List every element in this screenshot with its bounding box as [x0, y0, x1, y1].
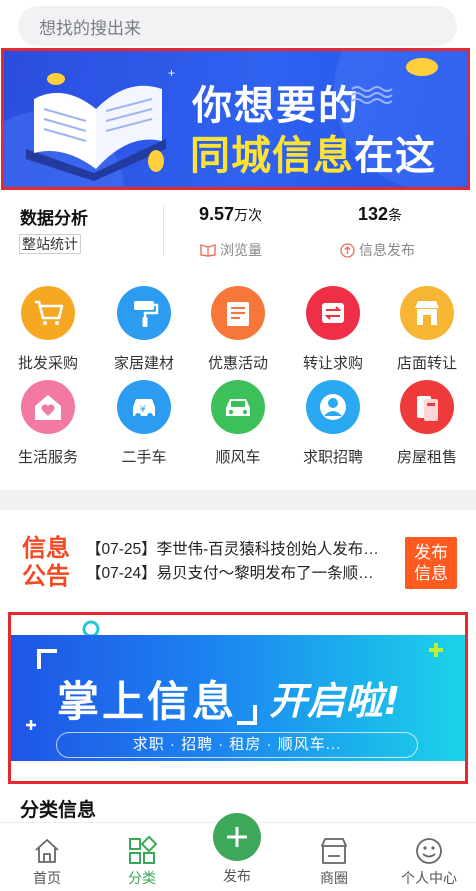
category-label: 转让求购 — [302, 355, 363, 372]
notice-logo-line2: 公告 — [22, 562, 70, 590]
posts-label: 信息发布 — [340, 240, 415, 260]
banner-mid-title: 掌上信息 — [57, 677, 238, 726]
category-label: 顺风车 — [215, 449, 261, 466]
open-book-icon: + — [26, 66, 175, 181]
category-label: 生活服务 — [17, 449, 78, 466]
book-icon — [200, 244, 216, 257]
category-label: 求职招聘 — [302, 449, 363, 466]
tab-category[interactable]: 分类 — [102, 835, 182, 888]
category-item[interactable]: 家居建材 — [104, 286, 184, 373]
views-label: 浏览量 — [200, 240, 262, 260]
banner-mid-tags: 求职 · 招聘 · 租房 · 顺风车... — [56, 732, 418, 758]
home-heart-icon — [21, 380, 75, 434]
category-label: 房屋租售 — [396, 449, 457, 466]
tab-category-label: 分类 — [128, 870, 156, 886]
notice-list: 【07-25】李世伟-百灵猿科技创始人发布了一条... 【07-24】易贝支付～… — [86, 538, 386, 586]
views-label-text: 浏览量 — [220, 242, 262, 258]
posts-label-text: 信息发布 — [359, 242, 415, 258]
person-search-icon — [306, 380, 360, 434]
banner-top-highlight: 同城信息 — [190, 133, 354, 179]
views-unit: 万次 — [234, 207, 263, 223]
shop-icon — [321, 838, 347, 864]
wave-decoration — [351, 86, 393, 104]
stats-divider — [163, 206, 164, 256]
car-yen-icon: ¥ — [117, 380, 171, 434]
plus-decoration — [429, 643, 443, 657]
publish-fab-button[interactable] — [213, 813, 261, 861]
section-title: 分类信息 — [20, 800, 97, 821]
category-item[interactable]: 顺风车 — [198, 380, 278, 467]
smile-icon — [416, 838, 442, 864]
banner-top[interactable]: + 你想要的 同城信息在这里 — [4, 51, 467, 187]
banner-top-line2: 同城信息在这里 — [190, 123, 467, 187]
tab-mall-label: 商圈 — [320, 870, 348, 886]
plus-decoration — [26, 720, 36, 730]
views-count: 9.57万次 — [199, 204, 262, 225]
category-item[interactable]: 转让求购 — [293, 286, 373, 373]
home-icon — [35, 839, 59, 863]
category-item[interactable]: 求职招聘 — [293, 380, 373, 467]
plus-icon — [227, 827, 247, 847]
svg-text:¥: ¥ — [140, 405, 146, 415]
notice-item[interactable]: 【07-24】易贝支付～黎明发布了一条顺风车信息 — [86, 562, 386, 586]
category-label: 店面转让 — [396, 355, 457, 372]
category-label: 二手车 — [121, 449, 167, 466]
tab-home[interactable]: 首页 — [7, 835, 87, 888]
shopping-cart-icon — [21, 286, 75, 340]
category-item[interactable]: ¥ 二手车 — [104, 380, 184, 467]
tab-home-label: 首页 — [33, 870, 61, 886]
coupon-icon — [211, 286, 265, 340]
category-item[interactable]: 生活服务 — [8, 380, 88, 467]
grid-icon — [129, 836, 157, 864]
publish-info-button[interactable]: 发布 信息 — [405, 537, 457, 589]
tab-mall[interactable]: 商圈 — [294, 835, 374, 888]
category-item[interactable]: 优惠活动 — [198, 286, 278, 373]
notice-item[interactable]: 【07-25】李世伟-百灵猿科技创始人发布了一条... — [86, 538, 386, 562]
stats-title: 数据分析 — [20, 209, 88, 228]
category-label: 家居建材 — [113, 355, 174, 372]
car-icon — [211, 380, 265, 434]
banner-mid-background: 掌上信息 开启啦! 求职 · 招聘 · 租房 · 顺风车... — [11, 635, 465, 761]
coin-icon — [406, 58, 438, 76]
notice-logo-line1: 信息 — [22, 534, 70, 562]
category-item[interactable]: 店面转让 — [387, 286, 467, 373]
category-label: 批发采购 — [17, 355, 78, 372]
publish-info-line2: 信息 — [414, 564, 448, 583]
search-bar[interactable]: 想找的搜出来 — [18, 6, 457, 46]
category-item[interactable]: 房屋租售 — [387, 380, 467, 467]
publish-info-line1: 发布 — [414, 543, 448, 562]
upload-circle-icon — [340, 242, 355, 258]
notice-logo: 信息 公告 — [19, 534, 73, 590]
search-placeholder: 想找的搜出来 — [39, 18, 141, 38]
svg-text:+: + — [168, 66, 175, 80]
paint-roller-icon — [117, 286, 171, 340]
storefront-icon — [400, 286, 454, 340]
posts-value: 132 — [358, 204, 389, 224]
tab-profile[interactable]: 个人中心 — [389, 835, 469, 888]
transfer-icon — [306, 286, 360, 340]
category-label: 优惠活动 — [207, 355, 268, 372]
tab-publish-label[interactable]: 发布 — [207, 866, 267, 886]
section-separator — [0, 490, 476, 510]
posts-unit: 条 — [388, 207, 403, 223]
stats-badge: 整站统计 — [19, 234, 81, 254]
tab-profile-label: 个人中心 — [401, 870, 457, 886]
views-value: 9.57 — [199, 204, 235, 224]
banner-mid-title2: 开启啦! — [269, 679, 401, 723]
category-item[interactable]: 批发采购 — [8, 286, 88, 373]
data-analysis-panel: 数据分析 整站统计 9.57万次 浏览量 132条 信息发布 — [0, 196, 476, 268]
house-cards-icon — [400, 380, 454, 434]
posts-count: 132条 — [358, 204, 402, 225]
banner-mid[interactable]: 掌上信息 开启啦! 求职 · 招聘 · 租房 · 顺风车... — [11, 615, 465, 781]
